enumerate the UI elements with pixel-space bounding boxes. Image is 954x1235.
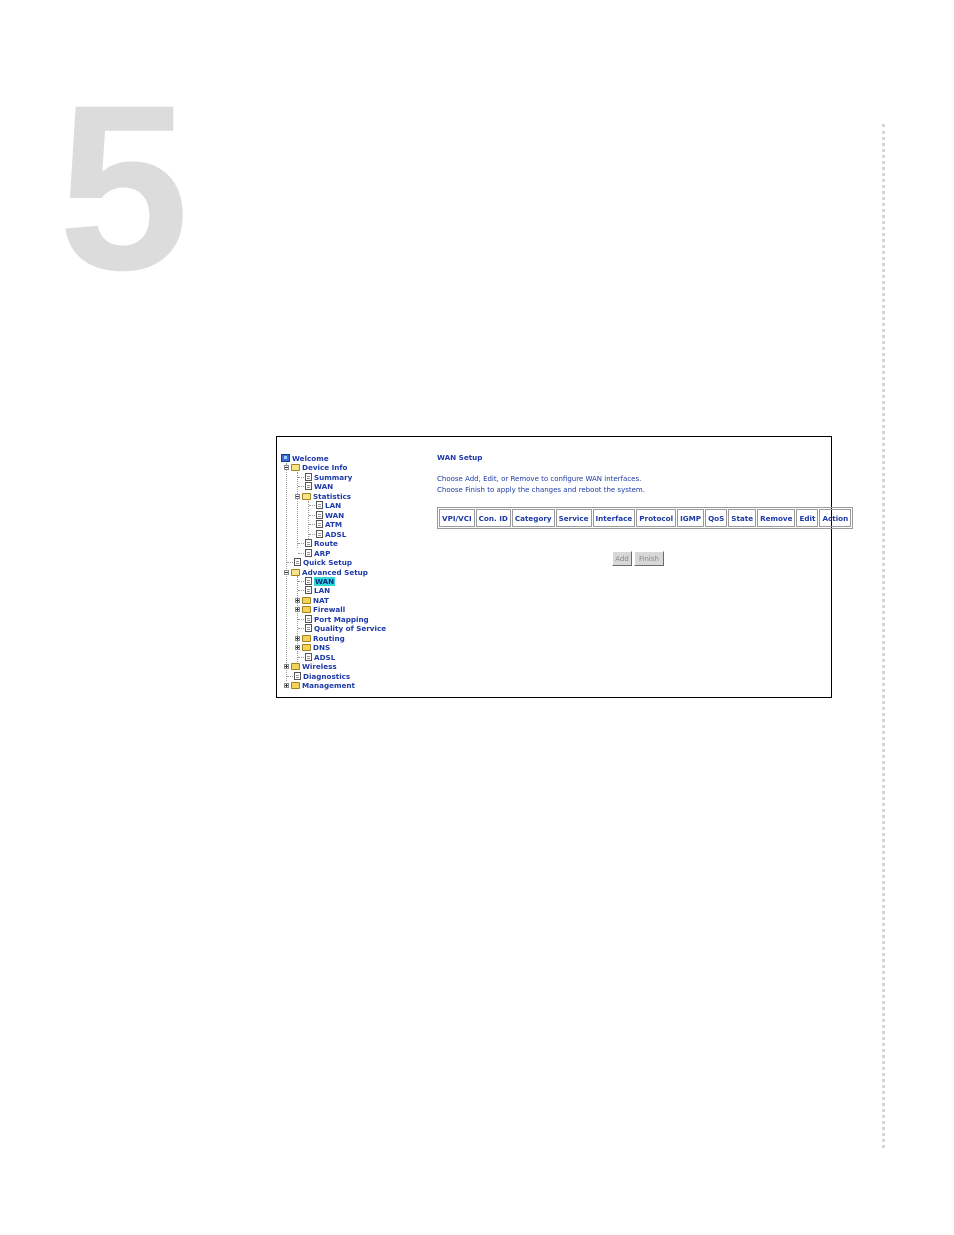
tree-item-qos[interactable]: Quality of Service	[305, 623, 386, 633]
tree-item-management[interactable]: Management	[284, 680, 355, 690]
tree-item-adv-lan[interactable]: LAN	[305, 585, 330, 595]
tree-item-firewall[interactable]: Firewall	[295, 604, 345, 614]
expand-toggle-icon[interactable]	[295, 597, 300, 603]
page-title: WAN Setup	[437, 453, 483, 462]
folder-open-icon	[302, 492, 311, 500]
page-icon	[294, 558, 301, 566]
page-icon	[305, 549, 312, 557]
page-icon	[305, 624, 312, 632]
tree-item-label: LAN	[325, 500, 342, 510]
folder-icon	[302, 643, 311, 651]
tree-item-label: Firewall	[313, 604, 346, 614]
tree-item-label: DNS	[313, 642, 331, 652]
tree-item-dns[interactable]: DNS	[295, 642, 330, 652]
column-header: State	[728, 509, 757, 527]
column-header: Category	[511, 509, 555, 527]
column-header: Remove	[757, 509, 796, 527]
column-header: Edit	[796, 509, 819, 527]
page-icon	[316, 501, 323, 509]
page-icon	[316, 520, 323, 528]
page-icon	[305, 586, 312, 594]
tree-item-label: Quality of Service	[314, 623, 387, 633]
collapse-toggle-icon[interactable]	[284, 464, 289, 470]
column-header: IGMP	[677, 509, 705, 527]
page-icon	[305, 653, 312, 661]
column-header: QoS	[705, 509, 728, 527]
folder-icon	[302, 634, 311, 642]
tree-item-device-info[interactable]: Device Info	[284, 462, 347, 472]
tree-item-label: LAN	[314, 585, 331, 595]
folder-icon	[302, 596, 311, 604]
add-button[interactable]: Add	[612, 551, 632, 566]
tree-item-wan-info[interactable]: WAN	[305, 481, 333, 491]
margin-dotted-rule	[882, 124, 885, 1148]
column-header: Protocol	[636, 509, 677, 527]
column-header: Con. ID	[475, 509, 511, 527]
page-icon	[305, 577, 312, 585]
table-header-row: VPI/VCI Con. ID Category Service Interfa…	[439, 509, 852, 527]
column-header: Action	[819, 509, 852, 527]
finish-button[interactable]: Finish	[634, 551, 664, 566]
collapse-toggle-icon[interactable]	[295, 493, 300, 499]
column-header: Interface	[592, 509, 636, 527]
tree-item-stat-atm[interactable]: ATM	[316, 519, 342, 529]
chapter-number: 5	[58, 56, 189, 320]
collapse-toggle-icon[interactable]	[284, 569, 289, 575]
folder-icon	[302, 605, 311, 613]
page-icon	[316, 530, 323, 538]
tree-item-route[interactable]: Route	[305, 538, 338, 548]
tree-item-wireless[interactable]: Wireless	[284, 661, 337, 671]
expand-toggle-icon[interactable]	[284, 663, 289, 669]
page-icon	[316, 511, 323, 519]
tree-item-label: Device Info	[302, 462, 348, 472]
expand-toggle-icon[interactable]	[295, 606, 300, 612]
tree-item-quick-setup[interactable]: Quick Setup	[294, 557, 352, 567]
tree-item-label: Wireless	[302, 661, 337, 671]
tree-item-label: Quick Setup	[303, 557, 352, 567]
page-icon	[305, 539, 312, 547]
expand-toggle-icon[interactable]	[295, 635, 300, 641]
column-header: VPI/VCI	[439, 509, 475, 527]
expand-toggle-icon[interactable]	[295, 644, 300, 650]
computer-icon	[281, 454, 290, 462]
tree-item-stat-lan[interactable]: LAN	[316, 500, 341, 510]
tree-item-label: Route	[314, 538, 338, 548]
folder-icon	[291, 662, 300, 670]
column-header: Service	[555, 509, 592, 527]
router-ui-screenshot: Welcome Device Info Summary WAN Statisti…	[276, 436, 854, 698]
page-icon	[305, 615, 312, 623]
tree-item-label: ATM	[325, 519, 343, 529]
wan-interfaces-table: VPI/VCI Con. ID Category Service Interfa…	[437, 507, 854, 529]
tree-item-label: WAN	[314, 481, 334, 491]
folder-open-icon	[291, 463, 300, 471]
tree-item-label: Management	[302, 680, 355, 690]
folder-open-icon	[291, 568, 300, 576]
instruction-text: Choose Add, Edit, or Remove to configure…	[437, 475, 642, 483]
page-icon	[305, 473, 312, 481]
page-icon	[294, 672, 301, 680]
page-icon	[305, 482, 312, 490]
folder-icon	[291, 681, 300, 689]
expand-toggle-icon[interactable]	[284, 682, 289, 688]
instruction-text: Choose Finish to apply the changes and r…	[437, 486, 645, 494]
